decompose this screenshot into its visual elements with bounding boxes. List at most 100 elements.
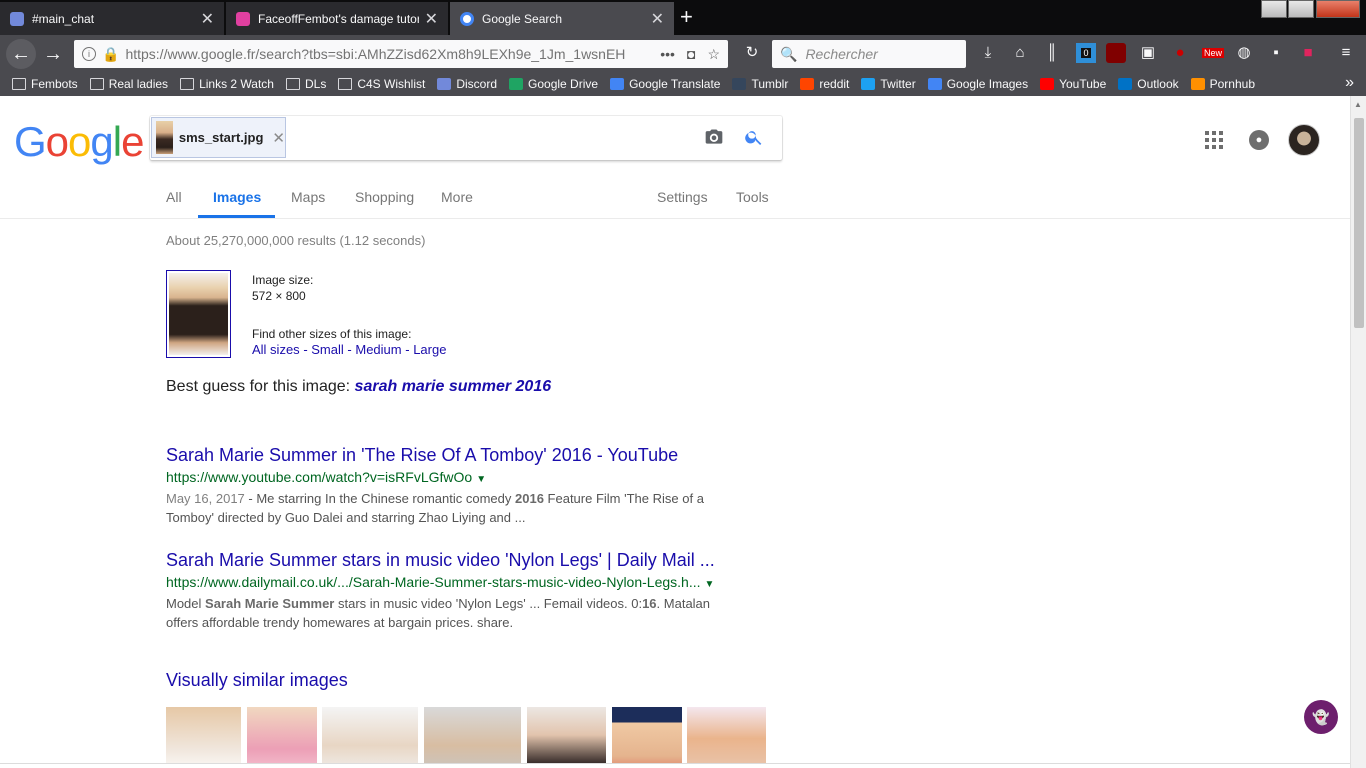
reddit-icon — [800, 78, 815, 90]
browser-tab-google-search[interactable]: Google Search ✕ — [450, 2, 674, 35]
tab-title: Google Search — [482, 11, 563, 26]
browser-tab-main-chat[interactable]: #main_chat ✕ — [0, 2, 224, 35]
bookmark-tumblr[interactable]: Tumblr — [732, 77, 788, 91]
bookmark-twitter[interactable]: Twitter — [861, 77, 916, 91]
result-title-link[interactable]: Sarah Marie Summer in 'The Rise Of A Tom… — [166, 445, 726, 466]
bookmark-dls[interactable]: DLs — [285, 77, 327, 91]
similar-image[interactable] — [687, 707, 766, 768]
page-actions-icon[interactable]: ••• — [660, 46, 675, 63]
link-large[interactable]: Large — [413, 342, 446, 357]
address-bar[interactable]: i 🔒 https://www.google.fr/search?tbs=sbi… — [74, 40, 728, 68]
close-window-icon[interactable] — [1316, 0, 1360, 18]
new-tab-icon[interactable]: + — [680, 4, 693, 30]
tab-settings[interactable]: Settings — [657, 189, 708, 205]
forward-arrow-icon[interactable]: → — [38, 39, 68, 69]
link-medium[interactable]: Medium — [355, 342, 401, 357]
tab-maps[interactable]: Maps — [291, 189, 325, 205]
similar-image[interactable] — [166, 707, 241, 768]
close-tab-icon[interactable]: ✕ — [425, 9, 438, 29]
bookmark-star-icon[interactable]: ☆ — [707, 46, 720, 63]
reader-icon[interactable]: ▣ — [1138, 43, 1158, 63]
link-small[interactable]: Small — [311, 342, 344, 357]
google-icon — [927, 78, 942, 90]
bookmark-reddit[interactable]: reddit — [800, 77, 849, 91]
bookmark-real-ladies[interactable]: Real ladies — [89, 77, 168, 91]
extension-icon[interactable]: ◍ — [1234, 43, 1254, 63]
folder-icon — [180, 78, 195, 90]
pocket-icon[interactable]: ◘ — [687, 46, 695, 63]
bookmarks-bar: Fembots Real ladies Links 2 Watch DLs C4S Wi… — [0, 72, 1366, 96]
dropdown-arrow-icon[interactable]: ▼ — [705, 579, 715, 590]
visually-similar-heading[interactable]: Visually similar images — [166, 670, 348, 691]
close-tab-icon[interactable]: ✕ — [651, 9, 664, 29]
minimize-window-icon[interactable] — [1261, 0, 1287, 18]
ghost-extension-icon[interactable]: 👻 — [1304, 700, 1338, 734]
google-search-box[interactable]: sms_start.jpg ✕ — [150, 116, 782, 160]
more-bookmarks-icon[interactable]: » — [1345, 74, 1354, 92]
download-icon[interactable]: ⤓ — [978, 43, 998, 63]
search-icon[interactable] — [744, 127, 764, 147]
bookmark-google-translate[interactable]: Google Translate — [610, 77, 720, 91]
tab-images[interactable]: Images — [213, 189, 261, 205]
result-title-link[interactable]: Sarah Marie Summer stars in music video … — [166, 550, 726, 571]
best-guess-link[interactable]: sarah marie summer 2016 — [355, 378, 552, 395]
menu-hamburger-icon[interactable]: ≡ — [1336, 43, 1356, 63]
bookmark-discord[interactable]: Discord — [437, 77, 497, 91]
google-logo[interactable]: Google — [14, 118, 144, 166]
search-bar[interactable]: 🔍 Rechercher — [772, 40, 966, 68]
bookmark-google-drive[interactable]: Google Drive — [509, 77, 598, 91]
similar-image[interactable] — [612, 707, 682, 768]
bookmark-label: Twitter — [880, 77, 916, 91]
ublock-icon[interactable] — [1106, 43, 1126, 63]
remove-image-icon[interactable]: ✕ — [272, 129, 285, 147]
tab-shopping[interactable]: Shopping — [355, 189, 414, 205]
bookmark-links-2-watch[interactable]: Links 2 Watch — [180, 77, 274, 91]
bookmark-google-images[interactable]: Google Images — [927, 77, 1028, 91]
camera-icon[interactable] — [704, 127, 724, 147]
adblock-icon[interactable]: ● — [1170, 43, 1190, 63]
query-image-thumbnail[interactable] — [166, 270, 231, 358]
back-arrow-icon[interactable]: ← — [6, 39, 36, 69]
extension-badge-icon[interactable]: 0 — [1076, 43, 1096, 63]
translate-icon — [610, 78, 625, 90]
tab-tools[interactable]: Tools — [736, 189, 769, 205]
dropdown-arrow-icon[interactable]: ▼ — [476, 474, 486, 485]
similar-image[interactable] — [322, 707, 418, 768]
new-extension-icon[interactable]: New — [1202, 43, 1225, 63]
info-icon[interactable]: i — [82, 47, 96, 61]
bookmark-outlook[interactable]: Outlook — [1118, 77, 1179, 91]
similar-image[interactable] — [247, 707, 317, 768]
maximize-window-icon[interactable] — [1288, 0, 1314, 18]
link-all-sizes[interactable]: All sizes — [252, 342, 300, 357]
search-image-chip[interactable]: sms_start.jpg ✕ — [151, 117, 286, 158]
avatar[interactable] — [1288, 124, 1320, 156]
lock-icon: 🔒 — [102, 45, 120, 62]
reload-icon[interactable]: ↻ — [742, 43, 762, 63]
scroll-up-icon[interactable]: ▲ — [1354, 100, 1362, 109]
document-icon[interactable]: ▪ — [1266, 43, 1286, 63]
snippet-bold: Sarah Marie Summer — [205, 596, 335, 611]
tab-more[interactable]: More — [441, 189, 473, 205]
scrollbar-thumb[interactable] — [1354, 118, 1364, 328]
bookmark-label: DLs — [304, 77, 327, 91]
notifications-icon[interactable]: ● — [1249, 130, 1269, 150]
close-tab-icon[interactable]: ✕ — [201, 9, 214, 29]
extension-red-icon[interactable]: ■ — [1298, 43, 1318, 63]
bookmark-youtube[interactable]: YouTube — [1040, 77, 1106, 91]
new-badge: New — [1202, 48, 1225, 58]
library-icon[interactable]: ║ — [1042, 43, 1062, 63]
bookmark-fembots[interactable]: Fembots — [12, 77, 78, 91]
bookmark-c4s-wishlist[interactable]: C4S Wishlist — [338, 77, 425, 91]
home-icon[interactable]: ⌂ — [1010, 43, 1030, 63]
similar-image[interactable] — [527, 707, 606, 768]
page-scrollbar[interactable]: ▲ — [1350, 96, 1366, 768]
snippet-bold: 16 — [642, 596, 657, 611]
similar-image[interactable] — [424, 707, 521, 768]
url-text[interactable]: https://www.google.fr/search?tbs=sbi:AMh… — [125, 46, 660, 62]
bookmark-pornhub[interactable]: Pornhub — [1190, 77, 1255, 91]
bookmark-label: Fembots — [31, 77, 78, 91]
apps-grid-icon[interactable] — [1205, 131, 1223, 149]
size-links: All sizes - Small - Medium - Large — [252, 342, 447, 357]
tab-all[interactable]: All — [166, 189, 182, 205]
browser-tab-fembot[interactable]: FaceoffFembot's damage tutor ✕ — [226, 2, 448, 35]
